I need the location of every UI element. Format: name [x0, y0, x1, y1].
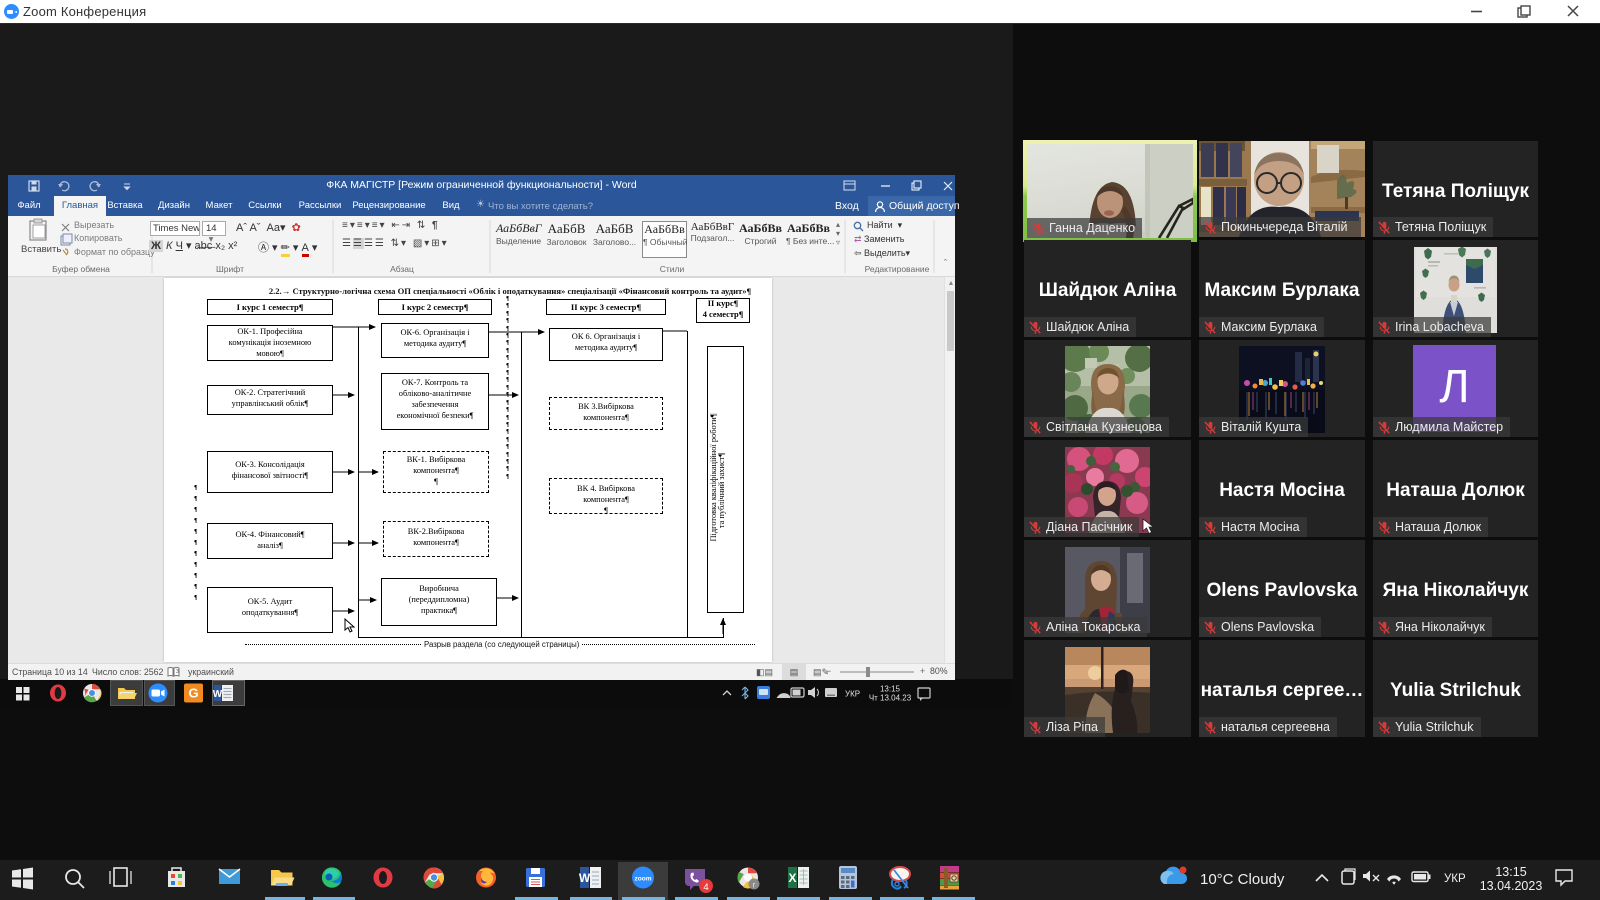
svg-text:W: W — [213, 689, 223, 700]
svg-text:3: 3 — [176, 669, 179, 675]
svg-text:r: r — [753, 881, 756, 890]
svg-text:W: W — [579, 871, 591, 885]
svg-text:УКР: УКР — [845, 690, 860, 699]
svg-text:Чт 13.04.23: Чт 13.04.23 — [869, 694, 912, 703]
svg-text:G: G — [188, 686, 198, 701]
svg-text:X: X — [788, 871, 796, 885]
svg-text:13:15: 13:15 — [880, 685, 901, 694]
svg-text:4: 4 — [703, 882, 708, 893]
svg-text:13:15: 13:15 — [1495, 865, 1526, 879]
svg-text:13.04.2023: 13.04.2023 — [1480, 879, 1543, 893]
svg-text:zoom: zoom — [635, 876, 652, 883]
svg-text:10°C Cloudy: 10°C Cloudy — [1200, 871, 1285, 888]
svg-text:УКР: УКР — [1444, 873, 1466, 885]
